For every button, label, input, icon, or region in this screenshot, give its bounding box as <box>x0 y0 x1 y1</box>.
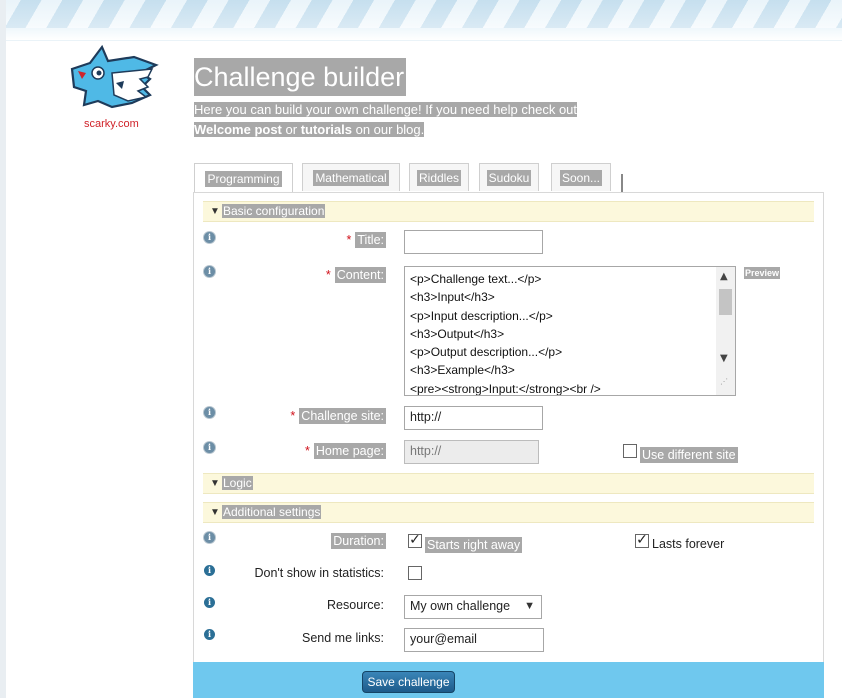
info-icon[interactable]: i <box>204 532 215 543</box>
info-icon[interactable]: i <box>204 442 215 453</box>
section-logic-label: Logic <box>222 476 253 490</box>
content-scrollbar[interactable]: ▲ ▼ ⋰ <box>716 267 735 395</box>
footer-bar <box>193 662 824 698</box>
content-line: <p>Input description...</p> <box>410 308 553 323</box>
welcome-post-link[interactable]: Welcome post <box>194 122 282 137</box>
info-icon[interactable]: i <box>204 407 215 418</box>
section-logic[interactable]: ▼ Logic <box>203 473 814 494</box>
resource-select[interactable]: My own challenge ▼ <box>404 595 542 619</box>
dont-show-label: Don't show in statistics: <box>254 566 384 580</box>
starts-right-away-label[interactable]: Starts right away <box>425 537 523 553</box>
section-basic-label: Basic configuration <box>222 204 326 218</box>
title-label: * Title: <box>346 232 386 248</box>
intro-line1: Here you can build your own challenge! I… <box>194 102 578 117</box>
required-mark: * <box>346 233 352 247</box>
scroll-down-icon[interactable]: ▼ <box>720 353 728 364</box>
content-line: <p>Output description...</p> <box>410 345 563 360</box>
intro-text: Here you can build your own challenge! I… <box>194 100 578 140</box>
chevron-down-icon: ▼ <box>524 600 535 612</box>
tab-soon[interactable]: Soon... <box>551 163 611 191</box>
section-additional-settings[interactable]: ▼ Additional settings <box>203 502 814 523</box>
dont-show-checkbox[interactable] <box>408 566 422 580</box>
intro-end: on our blog. <box>351 122 425 137</box>
home-page-input[interactable]: http:// <box>404 440 539 464</box>
content-lines: <p>Challenge text...</p> <h3>Input</h3> … <box>405 270 601 396</box>
collapse-triangle-icon: ▼ <box>210 478 220 489</box>
resource-label: Resource: <box>327 598 384 612</box>
title-input[interactable] <box>404 230 543 254</box>
content-line: <p>Challenge text...</p> <box>410 272 542 286</box>
preview-link[interactable]: Preview <box>744 267 781 279</box>
challenge-site-label: * Challenge site: <box>290 408 386 424</box>
resize-grip-icon[interactable]: ⋰ <box>720 377 728 386</box>
content-label: * Content: <box>325 267 386 283</box>
save-challenge-button[interactable]: Save challenge <box>362 671 455 693</box>
tab-riddles[interactable]: Riddles <box>409 163 469 191</box>
collapse-triangle-icon: ▼ <box>210 507 220 518</box>
send-links-label: Send me links: <box>302 631 384 645</box>
section-basic-configuration[interactable]: ▼ Basic configuration <box>203 201 814 222</box>
required-mark: * <box>305 444 310 458</box>
tab-sudoku[interactable]: Sudoku <box>479 163 539 191</box>
page-title: Challenge builder <box>194 58 407 96</box>
content-line: <h3>Output</h3> <box>410 326 505 341</box>
tab-divider <box>621 174 623 193</box>
lasts-forever-label[interactable]: Lasts forever <box>652 537 724 551</box>
scroll-up-icon[interactable]: ▲ <box>720 271 728 282</box>
use-different-site-checkbox[interactable] <box>623 444 637 458</box>
challenge-site-input[interactable]: http:// <box>404 406 543 430</box>
required-mark: * <box>325 268 331 282</box>
section-additional-label: Additional settings <box>222 505 322 519</box>
intro-or: or <box>281 122 301 137</box>
use-different-site-label[interactable]: Use different site <box>640 447 738 463</box>
content-line: <pre><strong>Input:</strong><br /> <box>410 381 601 396</box>
lasts-forever-checkbox[interactable]: ✓ <box>635 533 649 548</box>
starts-right-away-checkbox[interactable]: ✓ <box>408 533 422 548</box>
duration-label: Duration: <box>331 533 386 549</box>
content-line: <h3>Input</h3> <box>410 290 495 305</box>
info-icon[interactable]: i <box>204 597 215 608</box>
tutorials-link[interactable]: tutorials <box>301 122 352 137</box>
tab-programming[interactable]: Programming <box>194 163 293 194</box>
info-icon[interactable]: i <box>204 232 215 243</box>
info-icon[interactable]: i <box>204 266 215 277</box>
home-page-label: * Home page: <box>305 443 386 459</box>
collapse-triangle-icon: ▼ <box>210 206 220 217</box>
tab-mathematical[interactable]: Mathematical <box>302 163 400 191</box>
scroll-thumb[interactable] <box>719 289 732 315</box>
send-links-input[interactable]: your@email <box>404 628 544 652</box>
decorative-header-band <box>0 0 842 41</box>
resource-selected: My own challenge <box>410 599 511 613</box>
info-icon[interactable]: i <box>204 565 215 576</box>
logo-text[interactable]: scarky.com <box>84 118 139 130</box>
required-mark: * <box>290 409 296 423</box>
info-icon[interactable]: i <box>204 629 215 640</box>
left-edge <box>0 0 6 698</box>
content-line: <h3>Example</h3> <box>410 363 515 378</box>
content-textarea[interactable]: <p>Challenge text...</p> <h3>Input</h3> … <box>404 266 736 396</box>
